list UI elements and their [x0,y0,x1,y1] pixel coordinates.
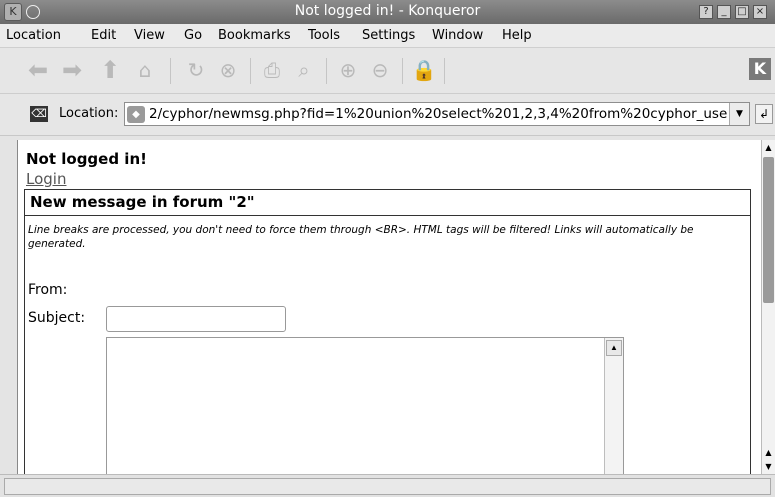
status-text [4,478,771,495]
menu-edit[interactable]: Edit [91,28,116,43]
subject-input[interactable] [106,306,286,332]
menu-view[interactable]: View [134,28,165,43]
menu-bar: Location Edit View Go Bookmarks Tools Se… [0,24,775,48]
scroll-down-icon[interactable]: ▼ [762,460,775,474]
scroll-up-icon[interactable]: ▲ [762,446,775,460]
back-arrow-icon[interactable]: ⬅ [24,56,52,84]
close-button[interactable]: × [753,5,767,19]
menu-settings[interactable]: Settings [362,28,415,43]
print-icon[interactable]: ⎙ [258,56,286,84]
toolbar-separator [250,58,251,84]
main-toolbar: ⬅ ➡ ⬆ ⌂ ↻ ⊗ ⎙ ⌕ ⊕ ⊖ 🔒 K [0,48,775,94]
reload-icon[interactable]: ↻ [182,56,210,84]
help-icon[interactable]: ? [699,5,713,19]
clear-location-icon[interactable]: ⌫ [30,106,48,122]
favicon-icon: ◆ [127,106,145,123]
url-text[interactable]: 2/cyphor/newmsg.php?fid=1%20union%20sele… [149,106,727,122]
konqueror-window: K Not logged in! - Konqueror ? _ □ × Loc… [0,0,775,497]
status-bar [0,474,775,497]
zoom-out-icon[interactable]: ⊖ [366,56,394,84]
toolbar-separator [402,58,403,84]
scroll-up-icon[interactable]: ▲ [606,340,622,356]
menu-bookmarks[interactable]: Bookmarks [218,28,291,43]
window-title: Not logged in! - Konqueror [294,3,481,19]
login-link[interactable]: Login [26,170,66,188]
menu-location[interactable]: Location [6,28,61,43]
go-button[interactable]: ↲ [755,104,773,124]
minimize-button[interactable]: _ [717,5,731,19]
new-message-form: New message in forum "2" Line breaks are… [24,189,751,474]
message-body-textarea[interactable]: ▲ [106,337,624,474]
location-label: Location: [59,106,119,121]
forward-arrow-icon[interactable]: ➡ [58,56,86,84]
up-arrow-icon[interactable]: ⬆ [96,56,124,84]
maximize-button[interactable]: □ [735,5,749,19]
toolbar-separator [444,58,445,84]
url-history-dropdown[interactable]: ▼ [729,103,749,125]
subject-label: Subject: [28,310,86,326]
from-label: From: [28,282,68,298]
stop-icon[interactable]: ⊗ [214,56,242,84]
toolbar-separator [170,58,171,84]
page-content: Not logged in! Login New message in foru… [17,140,761,474]
konqueror-throbber-icon[interactable]: K [749,58,771,80]
zoom-in-icon[interactable]: ⊕ [334,56,362,84]
scrollbar-thumb[interactable] [763,157,774,303]
form-title: New message in forum "2" [25,190,750,216]
menu-help[interactable]: Help [502,28,532,43]
menu-tools[interactable]: Tools [308,28,340,43]
title-bar[interactable]: K Not logged in! - Konqueror ? _ □ × [0,0,775,24]
toolbar-separator [326,58,327,84]
lock-icon[interactable]: 🔒 [410,56,438,84]
url-input[interactable]: ◆ 2/cyphor/newmsg.php?fid=1%20union%20se… [124,102,750,126]
location-toolbar: ⌫ Location: ◆ 2/cyphor/newmsg.php?fid=1%… [0,94,775,136]
form-instructions: Line breaks are processed, you don't nee… [28,224,694,250]
menu-go[interactable]: Go [184,28,202,43]
login-status-heading: Not logged in! [26,150,147,168]
textarea-scrollbar[interactable]: ▲ [604,338,623,474]
page-scrollbar[interactable]: ▲ ▲ ▼ [761,140,775,474]
home-icon[interactable]: ⌂ [131,56,159,84]
menu-window[interactable]: Window [432,28,483,43]
scroll-up-icon[interactable]: ▲ [762,141,775,155]
find-icon[interactable]: ⌕ [290,56,318,84]
